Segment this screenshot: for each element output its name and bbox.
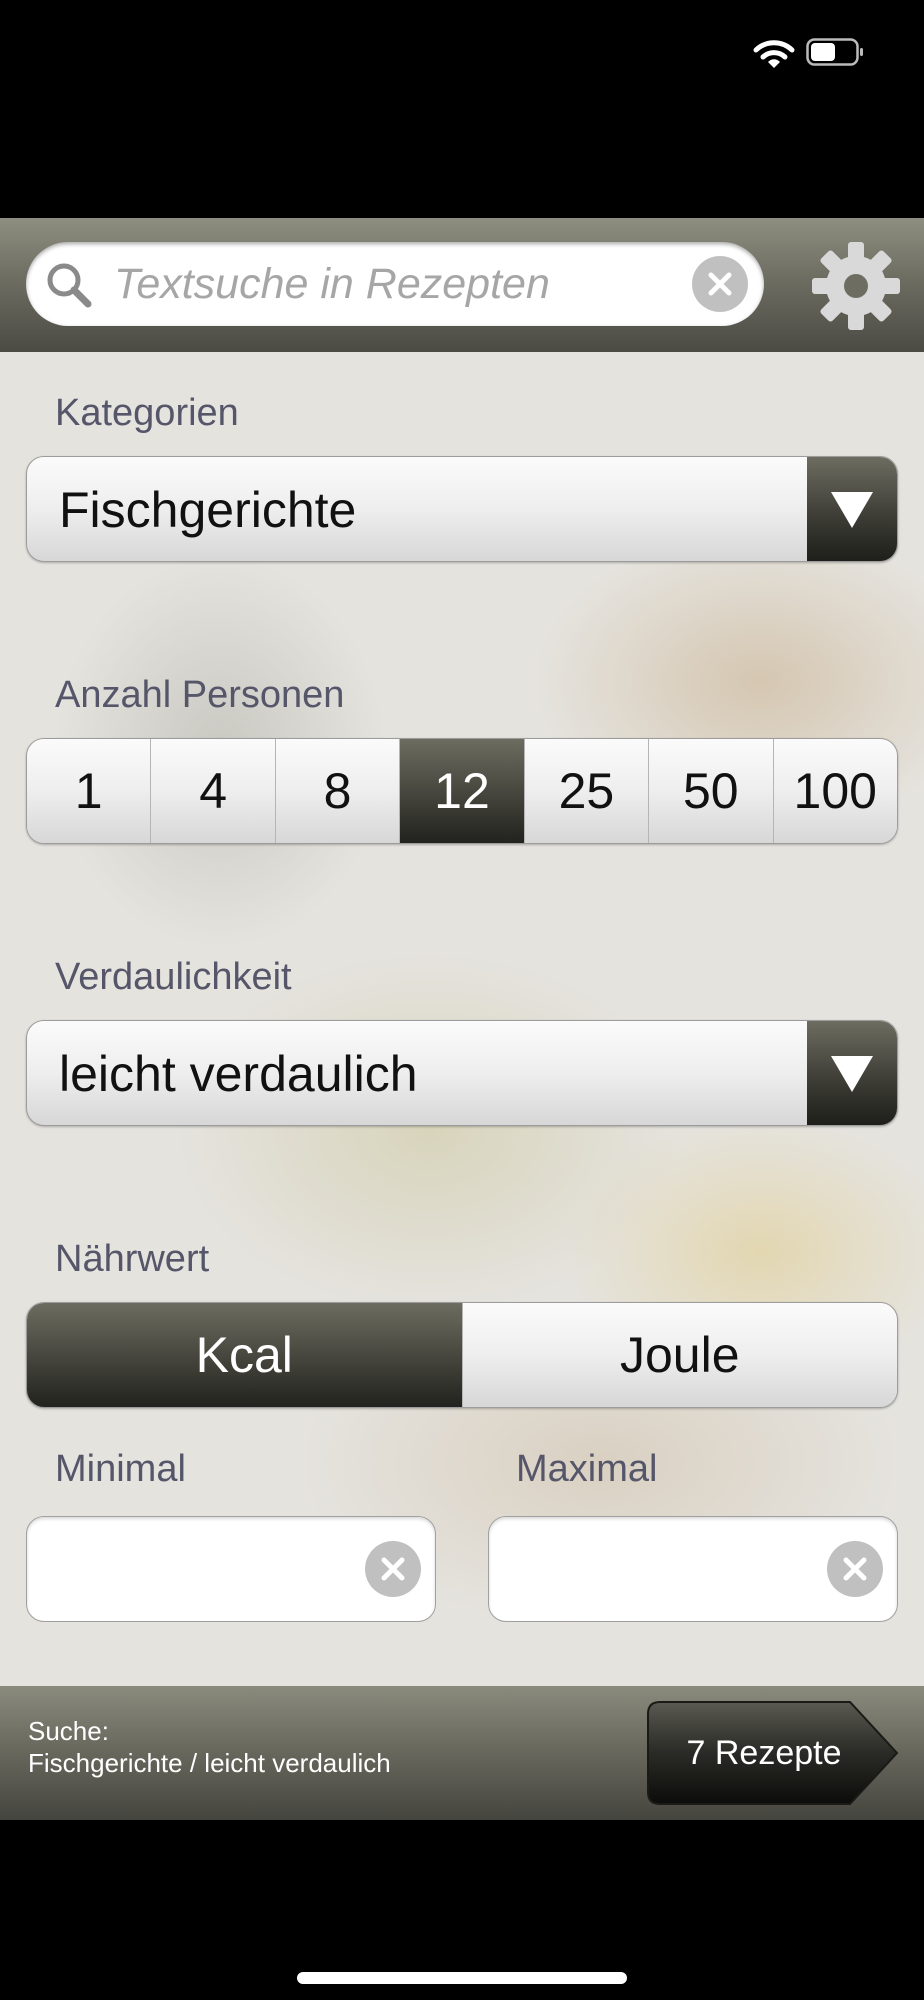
maximal-input[interactable]: [513, 1537, 833, 1601]
kategorien-dropdown[interactable]: Fischgerichte: [26, 456, 898, 562]
naehrwert-option-joule[interactable]: Joule: [462, 1303, 897, 1407]
personen-option[interactable]: 100: [773, 739, 897, 843]
screen: Kategorien Fischgerichte Anzahl Personen…: [0, 0, 924, 2000]
personen-segmented-control: 1 4 8 12 25 50 100: [26, 738, 898, 844]
personen-option-selected[interactable]: 12: [400, 739, 525, 843]
verdaulichkeit-dropdown-toggle[interactable]: [807, 1021, 897, 1125]
wifi-icon: [753, 40, 795, 68]
results-button[interactable]: 7 Rezepte: [646, 1700, 900, 1806]
search-header: [0, 218, 924, 352]
personen-option[interactable]: 4: [151, 739, 276, 843]
naehrwert-option-kcal[interactable]: Kcal: [27, 1303, 463, 1407]
kategorien-dropdown-toggle[interactable]: [807, 457, 897, 561]
personen-option[interactable]: 50: [649, 739, 774, 843]
gear-icon[interactable]: [812, 242, 900, 330]
naehrwert-segmented-control: Kcal Joule: [26, 1302, 898, 1408]
triangle-down-icon: [831, 492, 873, 528]
personen-option[interactable]: 25: [524, 739, 650, 843]
search-input[interactable]: [114, 254, 694, 314]
results-label: 7 Rezepte: [686, 1734, 842, 1772]
battery-icon: [806, 38, 863, 66]
minimal-clear-button[interactable]: [365, 1541, 421, 1597]
verdaulichkeit-label: Verdaulichkeit: [55, 956, 292, 998]
verdaulichkeit-dropdown[interactable]: leicht verdaulich: [26, 1020, 898, 1126]
minimal-field[interactable]: [26, 1516, 436, 1622]
triangle-down-icon: [831, 1056, 873, 1092]
personen-label: Anzahl Personen: [55, 674, 345, 716]
close-icon: [708, 272, 732, 296]
kategorien-label: Kategorien: [55, 392, 239, 434]
maximal-clear-button[interactable]: [827, 1541, 883, 1597]
search-clear-button[interactable]: [692, 256, 748, 312]
home-indicator: [297, 1972, 627, 1984]
naehrwert-label: Nährwert: [55, 1238, 210, 1280]
close-icon: [843, 1557, 867, 1581]
minimal-label: Minimal: [55, 1448, 186, 1490]
personen-option[interactable]: 8: [275, 739, 401, 843]
search-box[interactable]: [26, 242, 764, 326]
status-bar: [0, 0, 924, 110]
personen-option[interactable]: 1: [27, 739, 152, 843]
close-icon: [381, 1557, 405, 1581]
search-summary-bar: Suche: Fischgerichte / leicht verdaulich…: [0, 1686, 924, 1820]
search-icon: [47, 263, 92, 308]
verdaulichkeit-value: leicht verdaulich: [59, 1046, 418, 1102]
maximal-field[interactable]: [488, 1516, 898, 1622]
filter-panel: Kategorien Fischgerichte Anzahl Personen…: [0, 352, 924, 1686]
kategorien-value: Fischgerichte: [59, 482, 357, 538]
summary-value: Fischgerichte / leicht verdaulich: [28, 1748, 391, 1778]
maximal-label: Maximal: [516, 1448, 658, 1490]
minimal-input[interactable]: [51, 1537, 371, 1601]
summary-label: Suche:: [28, 1716, 109, 1746]
